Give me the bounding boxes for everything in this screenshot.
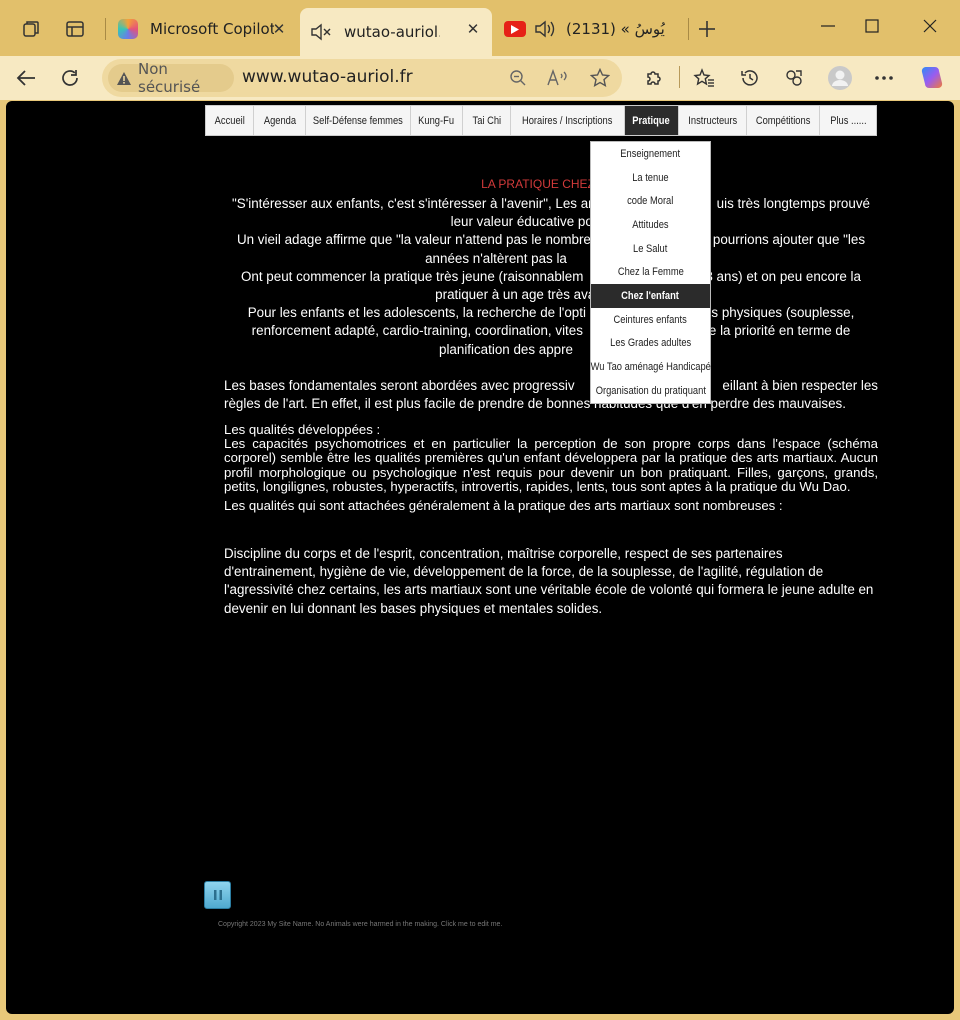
browser-toolbar: Non sécurisé www.wutao-auriol.fr <box>0 56 960 100</box>
workspaces-icon[interactable] <box>14 12 48 46</box>
dropdown-item-organisation[interactable]: Organisation du pratiquant <box>591 379 710 403</box>
qualities-text: Les capacités psychomotrices et en parti… <box>224 436 878 494</box>
close-tab-icon[interactable]: ✕ <box>462 18 484 40</box>
copilot-favicon-icon <box>118 19 138 39</box>
history-icon[interactable] <box>732 60 768 96</box>
close-tab-icon[interactable]: ✕ <box>268 18 290 40</box>
dropdown-item-grades[interactable]: Les Grades adultes <box>591 332 710 356</box>
profile-avatar-icon[interactable] <box>822 60 858 96</box>
read-aloud-icon[interactable] <box>544 64 572 92</box>
extensions-icon[interactable] <box>636 60 672 96</box>
tab-youtube[interactable]: (2131) « يُوسُ <box>494 8 688 50</box>
page-heading: LA PRATIQUE CHEZ LES <box>481 177 621 191</box>
favorite-star-icon[interactable] <box>586 64 614 92</box>
footer-copyright[interactable]: Copyright 2023 My Site Name. No Animals … <box>218 921 502 928</box>
security-indicator[interactable]: Non sécurisé <box>108 60 234 96</box>
tab-title: (2131) « يُوسُ <box>566 20 665 38</box>
vertical-tabs-icon[interactable] <box>58 12 92 46</box>
discipline-paragraph: Discipline du corps et de l'esprit, conc… <box>224 546 874 616</box>
dropdown-item-ceintures[interactable]: Ceintures enfants <box>591 308 710 332</box>
page-viewport: Accueil Agenda Self-Défense femmes Kung-… <box>6 101 954 1014</box>
minimize-icon[interactable] <box>806 8 850 44</box>
speaker-icon[interactable] <box>534 19 556 39</box>
dropdown-item-tenue[interactable]: La tenue <box>591 166 710 190</box>
dropdown-item-attitudes[interactable]: Attitudes <box>591 213 710 237</box>
qualities-section: Les qualités développées : Les capacités… <box>224 422 878 515</box>
close-window-icon[interactable] <box>908 8 952 44</box>
intro-paragraph: "S'intéresser aux enfants, c'est s'intér… <box>232 196 870 357</box>
nav-item-agenda[interactable]: Agenda <box>254 106 306 135</box>
nav-item-instructeurs[interactable]: Instructeurs <box>679 106 747 135</box>
pause-icon <box>213 890 222 900</box>
refresh-icon[interactable] <box>52 60 88 96</box>
nav-item-pratique[interactable]: Pratique <box>625 106 679 135</box>
zoom-icon[interactable] <box>504 64 532 92</box>
tab-title: wutao-auriol.fr <box>344 23 440 41</box>
nav-item-kung-fu[interactable]: Kung-Fu <box>411 106 463 135</box>
toolbar-divider <box>679 66 680 88</box>
nav-item-accueil[interactable]: Accueil <box>206 106 254 135</box>
favorites-icon[interactable] <box>686 60 722 96</box>
tab-wutao[interactable]: wutao-auriol.fr ✕ <box>300 8 492 56</box>
tab-divider <box>688 18 689 40</box>
nav-item-self-defense[interactable]: Self-Défense femmes <box>306 106 411 135</box>
dropdown-item-enfant[interactable]: Chez l'enfant <box>591 284 710 308</box>
dropdown-item-femme[interactable]: Chez la Femme <box>591 260 710 284</box>
dropdown-item-salut[interactable]: Le Salut <box>591 237 710 261</box>
performance-icon[interactable] <box>776 60 812 96</box>
maximize-icon[interactable] <box>850 8 894 44</box>
tab-title: Microsoft Copilot: <box>150 20 274 38</box>
qualities-title: Les qualités développées : <box>224 422 381 437</box>
back-icon[interactable] <box>8 60 44 96</box>
youtube-icon <box>504 21 526 37</box>
url-text[interactable]: www.wutao-auriol.fr <box>242 67 413 87</box>
site-nav-menu: Accueil Agenda Self-Défense femmes Kung-… <box>205 105 877 136</box>
tab-strip: Microsoft Copilot: ✕ wutao-auriol.fr ✕ (… <box>0 0 960 56</box>
new-tab-icon[interactable] <box>690 12 724 46</box>
bases-paragraph: Les bases fondamentales seront abordées … <box>224 378 878 412</box>
nav-item-competitions[interactable]: Compétitions <box>747 106 820 135</box>
tab-divider <box>105 18 106 40</box>
copilot-icon[interactable] <box>914 60 950 96</box>
security-label: Non sécurisé <box>138 60 201 96</box>
dropdown-item-enseignement[interactable]: Enseignement <box>591 142 710 166</box>
dropdown-item-code-moral[interactable]: code Moral <box>591 189 710 213</box>
dropdown-item-handicape[interactable]: Wu Tao aménagé Handicapé <box>590 355 710 379</box>
nav-item-tai-chi[interactable]: Tai Chi <box>463 106 511 135</box>
nav-item-horaires[interactable]: Horaires / Inscriptions <box>511 106 625 135</box>
more-options-icon[interactable] <box>866 60 902 96</box>
nav-item-plus[interactable]: Plus ...... <box>820 106 876 135</box>
qualities-martial: Les qualités qui sont attachées générale… <box>224 498 783 514</box>
pratique-dropdown: Enseignement La tenue code Moral Attitud… <box>590 141 711 404</box>
tab-copilot[interactable]: Microsoft Copilot: ✕ <box>108 8 298 50</box>
pause-music-button[interactable] <box>204 881 231 909</box>
warning-icon <box>116 71 132 86</box>
muted-speaker-icon[interactable] <box>310 22 332 42</box>
address-bar[interactable]: Non sécurisé www.wutao-auriol.fr <box>102 59 622 97</box>
